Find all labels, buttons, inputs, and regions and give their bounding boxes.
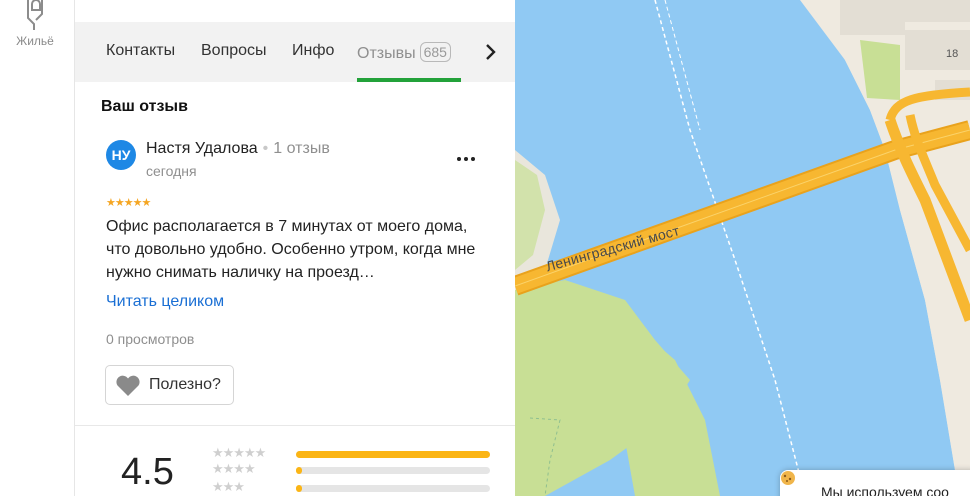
rating-bar-fill	[296, 467, 302, 474]
left-rail: Жильё	[0, 0, 75, 496]
review-text: Офис располагается в 7 минутах от моего …	[106, 218, 476, 281]
average-rating: 4.5	[121, 451, 174, 493]
review-views: 0 просмотров	[106, 331, 195, 347]
review-author-line: Настя Удалова • 1 отзыв	[146, 140, 330, 158]
review-author-name[interactable]: Настя Удалова	[146, 140, 258, 157]
house-number: 18	[946, 48, 959, 60]
reviews-panel: Контакты Вопросы Инфо Отзывы 685 Ваш отзы…	[75, 0, 515, 496]
useful-label: Полезно?	[149, 376, 221, 393]
active-tab-indicator	[357, 78, 461, 82]
review-rating-stars: ★★★★★	[106, 197, 151, 209]
your-review-title: Ваш отзыв	[101, 98, 188, 115]
avatar[interactable]: НУ	[106, 140, 136, 170]
rating-row-5: ★★★★★	[212, 445, 492, 461]
author-separator: •	[262, 140, 269, 157]
rating-bar-track	[296, 467, 490, 474]
rating-row-4: ★★★★	[212, 461, 492, 477]
rating-row-stars: ★★★★★	[212, 445, 266, 460]
tab-info[interactable]: Инфо	[292, 42, 334, 60]
tab-contacts[interactable]: Контакты	[106, 42, 175, 60]
rating-bar-track	[296, 485, 490, 492]
housing-icon	[27, 0, 43, 30]
tab-reviews-label: Отзывы	[357, 45, 416, 62]
rating-bar-track	[296, 451, 490, 458]
review-author-count: 1 отзыв	[273, 140, 330, 157]
chevron-right-icon[interactable]	[481, 42, 501, 62]
tab-questions[interactable]: Вопросы	[201, 42, 267, 60]
rating-row-3: ★★★	[212, 479, 492, 495]
cookie-icon	[781, 471, 795, 485]
tab-reviews[interactable]: Отзывы 685	[357, 42, 451, 63]
rating-row-stars: ★★★	[212, 479, 245, 494]
read-more-link[interactable]: Читать целиком	[106, 293, 224, 311]
tab-bar: Контакты Вопросы Инфо Отзывы 685	[75, 22, 515, 82]
rail-label-housing: Жильё	[16, 34, 54, 48]
rating-row-stars: ★★★★	[212, 461, 256, 476]
more-options-icon[interactable]	[457, 148, 483, 161]
tab-reviews-count: 685	[419, 42, 451, 62]
heart-icon	[116, 375, 140, 396]
rating-bar-fill	[296, 485, 302, 492]
divider	[75, 425, 515, 426]
useful-button[interactable]: Полезно?	[105, 365, 234, 405]
cookie-banner[interactable]: Мы используем coo	[780, 470, 970, 496]
panel-top	[75, 0, 515, 22]
review-date: сегодня	[146, 163, 197, 179]
cookie-banner-text: Мы используем coo	[821, 484, 949, 496]
rating-bar-fill	[296, 451, 490, 458]
